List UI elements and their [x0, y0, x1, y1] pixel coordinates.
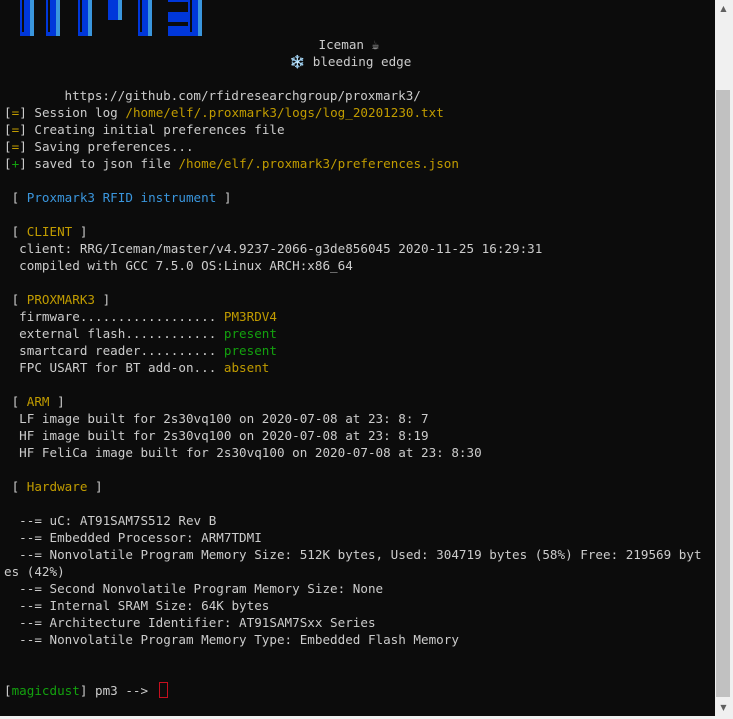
client-heading: [ CLIENT ] [4, 224, 88, 239]
vertical-scrollbar[interactable]: ▲ ▼ [715, 0, 732, 716]
proxmark3-heading: [ PROXMARK3 ] [4, 292, 111, 307]
hardware-line: es (42%) [4, 564, 65, 579]
fpc-usart-row: FPC USART for BT add-on... absent [4, 360, 270, 375]
hardware-line: --= Internal SRAM Size: 64K bytes [4, 598, 270, 613]
arm-felica-line: HF FeliCa image built for 2s30vq100 on 2… [4, 445, 482, 460]
scroll-up-icon[interactable]: ▲ [715, 0, 732, 17]
scroll-down-icon[interactable]: ▼ [715, 699, 732, 716]
log-line: [+] saved to json file /home/elf/.proxma… [4, 156, 459, 171]
prompt-user: magicdust [11, 683, 80, 698]
text-cursor [158, 682, 168, 698]
smartcard-reader-row: smartcard reader.......... present [4, 343, 277, 358]
hardware-line: --= Nonvolatile Program Memory Type: Emb… [4, 632, 459, 647]
arm-heading: [ ARM ] [4, 394, 65, 409]
hardware-line: --= Architecture Identifier: AT91SAM7Sxx… [4, 615, 376, 630]
client-compiler-line: compiled with GCC 7.5.0 OS:Linux ARCH:x8… [4, 258, 353, 273]
scrollbar-thumb[interactable] [716, 90, 730, 697]
external-flash-row: external flash............ present [4, 326, 277, 341]
terminal-window: Iceman ☕ ❄️ bleeding edge https://github… [0, 0, 733, 719]
terminal-output[interactable]: Iceman ☕ ❄️ bleeding edge https://github… [0, 0, 715, 716]
instrument-heading: [ Proxmark3 RFID instrument ] [4, 190, 232, 205]
log-line: [=] Session log /home/elf/.proxmark3/log… [4, 105, 444, 120]
command-prompt[interactable]: [magicdust] pm3 --> [4, 682, 168, 699]
log-line: [=] Creating initial preferences file [4, 122, 285, 137]
hardware-line: --= uC: AT91SAM7S512 Rev B [4, 513, 217, 528]
hardware-line: --= Embedded Processor: ARM7TDMI [4, 530, 262, 545]
client-version-line: client: RRG/Iceman/master/v4.9237-2066-g… [4, 241, 543, 256]
firmware-row: firmware.................. PM3RDV4 [4, 309, 277, 324]
arm-lf-line: LF image built for 2s30vq100 on 2020-07-… [4, 411, 429, 426]
hardware-line: --= Second Nonvolatile Program Memory Si… [4, 581, 384, 596]
arm-hf-line: HF image built for 2s30vq100 on 2020-07-… [4, 428, 429, 443]
proxmark3-logo [20, 0, 202, 36]
hardware-line: --= Nonvolatile Program Memory Size: 512… [4, 547, 702, 562]
hardware-heading: [ Hardware ] [4, 479, 103, 494]
log-line: [=] Saving preferences... [4, 139, 194, 154]
